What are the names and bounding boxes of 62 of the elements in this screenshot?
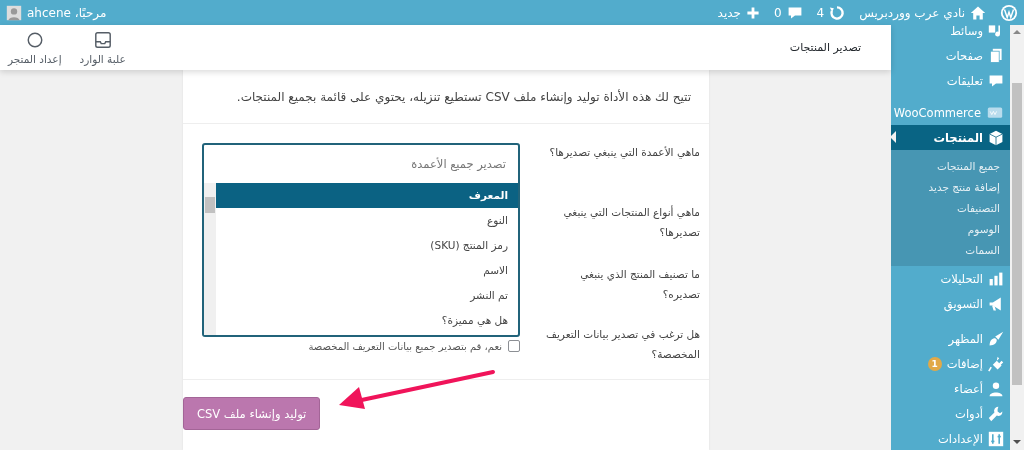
settings-icon: [988, 430, 1004, 447]
refresh-icon[interactable]: [829, 4, 846, 21]
checkbox-label: نعم، قم بتصدير جميع بيانات التعريف المخصصة: [308, 340, 502, 352]
scroll-up-arrow[interactable]: [1013, 28, 1021, 36]
menu-item[interactable]: المظهر: [891, 326, 1010, 351]
submenu-item[interactable]: التصنيفات: [891, 198, 1010, 219]
count-badge: 1: [927, 356, 942, 371]
field-label: ماهي أنواع المنتجات التي ينبغي تصديرها؟: [562, 204, 700, 241]
tool-description: تتيح لك هذه الأداة توليد وإنشاء ملف CSV تستطيع تنزيله، يحتوي على قائمة بجميع المنتجات.: [236, 89, 691, 104]
page-title: تصدير المنتجات: [788, 41, 861, 54]
dropdown-option[interactable]: الاسم: [216, 258, 518, 283]
brush-icon: [988, 330, 1004, 347]
submenu-item[interactable]: الوسوم: [891, 219, 1010, 240]
scrollbar-thumb[interactable]: [1012, 83, 1022, 385]
menu-item[interactable]: التحليلات: [891, 266, 1010, 291]
greeting-link[interactable]: مرحبًا، ahcene: [27, 5, 107, 20]
pages-icon: [988, 47, 1004, 64]
box-icon: [988, 129, 1004, 146]
checkbox[interactable]: [508, 340, 520, 352]
site-name-link[interactable]: نادي عرب ووردبريس: [859, 5, 965, 20]
plus-icon[interactable]: [745, 5, 760, 20]
home-icon[interactable]: [970, 4, 986, 21]
megaphone-icon: [988, 295, 1004, 312]
header-action-button[interactable]: إعداد المتجر: [8, 30, 62, 65]
menu-item[interactable]: تعليقات: [891, 68, 1010, 93]
dropdown-option[interactable]: النوع: [216, 208, 518, 233]
comment-count[interactable]: 0: [773, 5, 782, 20]
update-count[interactable]: 4: [816, 5, 825, 20]
field-label: ما تصنيف المنتج الذي ينبغي تصديره؟: [579, 267, 700, 303]
dropdown-option[interactable]: المعرف: [216, 183, 518, 208]
menu-item[interactable]: أعضاء: [891, 376, 1010, 401]
menu-item[interactable]: المنتجات: [891, 125, 1010, 150]
comment-icon[interactable]: [786, 4, 803, 21]
submenu-item[interactable]: جميع المنتجات: [891, 156, 1010, 177]
generate-csv-button[interactable]: توليد وإنشاء ملف CSV: [183, 397, 321, 430]
plug-icon: [988, 355, 1004, 372]
menu-item[interactable]: أدوات: [891, 401, 1010, 426]
speech-bubble-icon: [986, 104, 1004, 121]
comment-icon: [988, 72, 1004, 89]
dropdown-option[interactable]: هل هي مميزة؟: [216, 308, 518, 333]
inbox-icon: [93, 30, 112, 49]
wrench-icon: [988, 405, 1004, 422]
menu-item[interactable]: الإعدادات: [891, 426, 1010, 450]
bar-chart-icon: [988, 270, 1004, 287]
menu-item[interactable]: WooCommerce: [891, 100, 1010, 125]
menu-item[interactable]: وسائط: [891, 25, 1010, 43]
scroll-down-arrow[interactable]: [1013, 438, 1021, 446]
avatar-icon[interactable]: [6, 4, 22, 21]
dropdown-option[interactable]: رمز المنتج (SKU): [216, 233, 518, 258]
menu-item[interactable]: التسويق: [891, 291, 1010, 316]
user-icon: [988, 380, 1004, 397]
dropdown-scrollbar[interactable]: [204, 183, 216, 335]
header-action-button[interactable]: علبة الوارد: [79, 30, 126, 65]
circle-icon: [25, 30, 44, 49]
wordpress-logo[interactable]: [1000, 3, 1018, 22]
menu-item[interactable]: صفحات: [891, 43, 1010, 68]
field-label: ماهي الأعمدة التي ينبغي تصديرها؟: [548, 145, 700, 161]
submenu-item[interactable]: إضافة منتج جديد: [891, 177, 1010, 198]
dropdown-option[interactable]: تم النشر: [216, 283, 518, 308]
submenu-item[interactable]: السمات: [891, 240, 1010, 261]
new-link[interactable]: جديد: [717, 5, 741, 20]
field-label: هل ترغب في تصدير بيانات التعريف المخصصة؟: [545, 327, 700, 362]
